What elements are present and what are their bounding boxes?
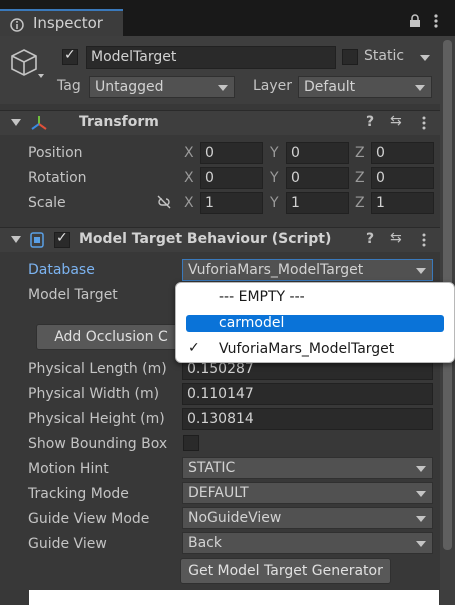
inspector-tab[interactable]: Inspector	[0, 9, 123, 36]
database-dropdown-popup: --- EMPTY --- carmodel ✓ VuforiaMars_Mod…	[175, 282, 455, 363]
guide-view-mode-value: NoGuideView	[188, 510, 282, 526]
show-bounding-box-checkbox[interactable]	[183, 435, 199, 451]
guide-view-mode-label: Guide View Mode	[28, 511, 150, 527]
add-occlusion-button[interactable]: Add Occlusion C	[36, 324, 186, 350]
rotation-y-field[interactable]: 0	[286, 167, 349, 189]
popup-item-carmodel[interactable]: carmodel	[219, 315, 284, 331]
transform-title: Transform	[79, 114, 159, 130]
static-dropdown-arrow-icon[interactable]	[420, 55, 430, 61]
tag-value: Untagged	[95, 79, 164, 95]
gameobject-cube-icon[interactable]	[10, 47, 44, 79]
transform-axes-icon	[31, 116, 47, 130]
foldout-arrow-icon[interactable]	[11, 119, 21, 126]
more-options-icon[interactable]	[421, 233, 427, 247]
foldout-arrow-icon[interactable]	[11, 236, 21, 243]
lock-icon[interactable]	[409, 14, 421, 28]
model-target-label: Model Target	[28, 287, 118, 303]
rotation-z-field[interactable]: 0	[371, 167, 434, 189]
physical-length-label: Physical Length (m)	[28, 361, 167, 377]
gameobject-name-field[interactable]: ModelTarget	[86, 46, 336, 69]
more-options-icon[interactable]	[433, 13, 439, 29]
script-icon	[30, 232, 44, 248]
scale-z-field[interactable]: 1	[371, 192, 434, 214]
position-y-field[interactable]: 0	[286, 142, 349, 164]
motion-hint-value: STATIC	[188, 460, 236, 476]
axis-y-label: Y	[270, 145, 279, 161]
more-options-icon[interactable]	[421, 116, 427, 130]
axis-z-label: Z	[355, 145, 365, 161]
rotation-label: Rotation	[28, 170, 87, 186]
gameobject-active-checkbox[interactable]	[62, 47, 78, 65]
physical-width-label: Physical Width (m)	[28, 386, 160, 402]
axis-y-label: Y	[270, 195, 279, 211]
popup-item-vuforiamars[interactable]: VuforiaMars_ModelTarget	[219, 341, 394, 357]
behaviour-enabled-checkbox[interactable]	[54, 230, 70, 248]
checkmark-icon: ✓	[188, 340, 200, 356]
chevron-down-icon	[416, 466, 426, 472]
tracking-mode-label: Tracking Mode	[28, 486, 129, 502]
scale-label: Scale	[28, 195, 66, 211]
scale-x-field[interactable]: 1	[200, 192, 263, 214]
chevron-down-icon	[218, 85, 228, 91]
bottom-white-area	[29, 590, 439, 605]
layer-value: Default	[304, 79, 356, 95]
static-checkbox[interactable]	[342, 49, 358, 65]
tab-title: Inspector	[33, 14, 103, 32]
guide-view-label: Guide View	[28, 536, 107, 552]
axis-x-label: X	[184, 195, 194, 211]
behaviour-title: Model Target Behaviour (Script)	[79, 231, 332, 247]
motion-hint-dropdown[interactable]: STATIC	[182, 457, 433, 479]
tag-dropdown[interactable]: Untagged	[89, 76, 235, 98]
scale-y-field[interactable]: 1	[286, 192, 349, 214]
chevron-down-icon	[415, 85, 425, 91]
position-label: Position	[28, 145, 83, 161]
guide-view-mode-dropdown[interactable]: NoGuideView	[182, 507, 433, 529]
physical-height-label: Physical Height (m)	[28, 411, 165, 427]
motion-hint-label: Motion Hint	[28, 461, 109, 477]
help-icon[interactable]: ?	[366, 114, 374, 130]
guide-view-value: Back	[188, 535, 222, 551]
position-z-field[interactable]: 0	[371, 142, 434, 164]
static-label: Static	[364, 48, 405, 64]
axis-x-label: X	[184, 170, 194, 186]
physical-width-field[interactable]: 0.110147	[182, 383, 433, 405]
behaviour-header[interactable]: Model Target Behaviour (Script) ? ⇆	[0, 227, 440, 252]
chevron-down-icon	[416, 491, 426, 497]
tracking-mode-dropdown[interactable]: DEFAULT	[182, 482, 433, 504]
axis-y-label: Y	[270, 170, 279, 186]
axis-x-label: X	[184, 145, 194, 161]
database-label: Database	[28, 262, 95, 278]
physical-height-field[interactable]: 0.130814	[182, 408, 433, 430]
constrain-proportions-icon[interactable]	[156, 195, 172, 209]
tab-bar: Inspector	[0, 0, 455, 36]
database-dropdown[interactable]: VuforiaMars_ModelTarget	[182, 259, 433, 281]
tag-label: Tag	[57, 78, 81, 94]
get-generator-button[interactable]: Get Model Target Generator	[180, 558, 391, 584]
popup-item-empty[interactable]: --- EMPTY ---	[219, 289, 305, 305]
chevron-down-icon	[416, 541, 426, 547]
layer-label: Layer	[253, 78, 293, 94]
info-icon	[10, 18, 24, 32]
position-x-field[interactable]: 0	[200, 142, 263, 164]
guide-view-dropdown[interactable]: Back	[182, 532, 433, 554]
tracking-mode-value: DEFAULT	[188, 485, 249, 501]
database-value: VuforiaMars_ModelTarget	[188, 262, 364, 278]
show-bounding-box-label: Show Bounding Box	[28, 436, 168, 452]
preset-icon[interactable]: ⇆	[390, 113, 402, 129]
transform-header[interactable]: Transform ? ⇆	[0, 110, 440, 135]
rotation-x-field[interactable]: 0	[200, 167, 263, 189]
preset-icon[interactable]: ⇆	[390, 230, 402, 246]
axis-z-label: Z	[355, 195, 365, 211]
chevron-down-icon	[416, 268, 426, 274]
axis-z-label: Z	[355, 170, 365, 186]
help-icon[interactable]: ?	[366, 231, 374, 247]
chevron-down-icon	[416, 516, 426, 522]
layer-dropdown[interactable]: Default	[298, 76, 432, 98]
